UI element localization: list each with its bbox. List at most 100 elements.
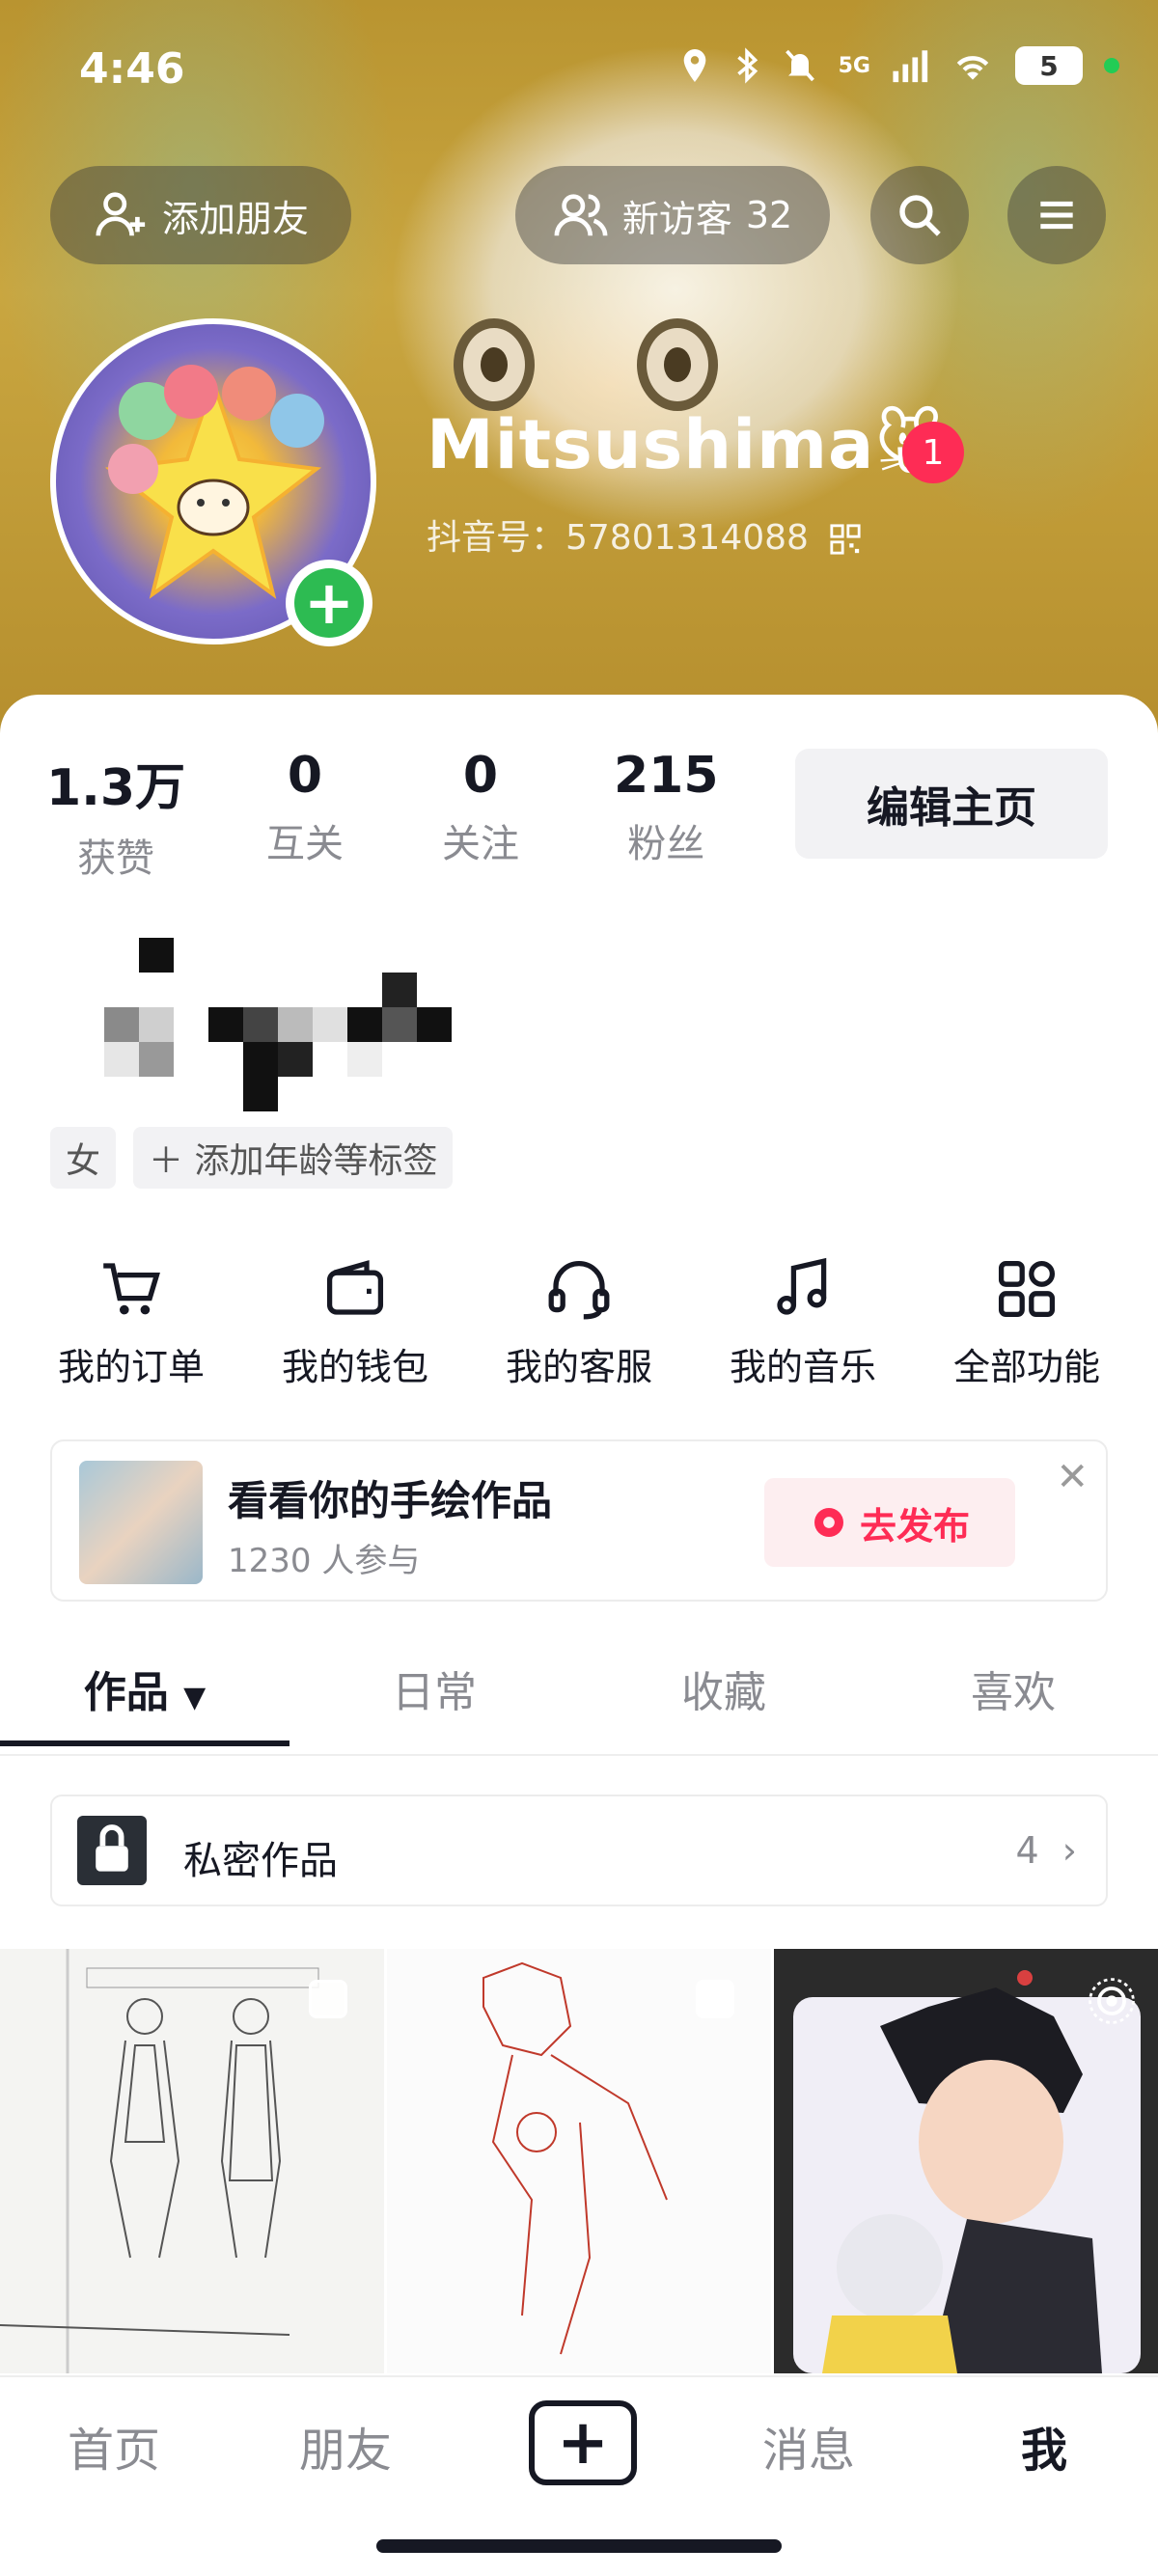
banner-eye-left (454, 318, 535, 411)
close-icon[interactable]: ✕ (1056, 1455, 1089, 1499)
banner-eye-right (637, 318, 718, 411)
my-wallet-label: 我的钱包 (281, 1346, 428, 1388)
add-friend-label: 添加朋友 (161, 197, 309, 240)
stat-followers[interactable]: 215 粉丝 (614, 747, 719, 868)
add-avatar-button[interactable]: + (286, 560, 372, 646)
promo-participants: 1230 人参与 (228, 1542, 421, 1580)
private-works-count-value: 4 (1015, 1829, 1039, 1872)
grid-icon (998, 1260, 1056, 1318)
stat-likes-label: 获赞 (77, 836, 155, 881)
douyin-id[interactable]: 抖音号：57801314088 (427, 509, 862, 560)
lock-icon (77, 1816, 147, 1885)
tab-favorites[interactable]: 收藏 (579, 1650, 868, 1754)
function-row: 我的订单 我的钱包 我的客服 我的音乐 全部功能 (0, 1254, 1158, 1409)
tab-works[interactable]: 作品 ▼ (0, 1650, 290, 1754)
wallet-icon (326, 1260, 384, 1315)
stat-followers-value: 215 (614, 747, 719, 805)
stat-mutual-value: 0 (287, 747, 323, 805)
cart-icon (103, 1263, 160, 1315)
private-works-count: 4 › (1016, 1829, 1077, 1872)
plus-icon: + (557, 2407, 609, 2479)
notification-badge[interactable]: 1 (902, 422, 964, 483)
select-checkbox[interactable] (696, 1980, 734, 2018)
add-friend-button[interactable]: 添加朋友 (50, 166, 351, 264)
stats-row: 1.3万 获赞 0 互关 0 关注 215 粉丝 (0, 747, 772, 882)
caret-down-icon: ▼ (183, 1681, 207, 1714)
pixelated-bio (104, 938, 452, 1111)
promo-card[interactable]: 看看你的手绘作品 1230 人参与 去发布 ✕ (50, 1439, 1108, 1602)
new-visitors-label: 新访客 (621, 197, 732, 240)
publish-button[interactable]: + (529, 2400, 637, 2485)
search-icon (899, 195, 941, 236)
add-tags-button[interactable]: ＋ 添加年龄等标签 (133, 1127, 454, 1189)
my-support-label: 我的客服 (505, 1346, 652, 1388)
my-orders-button[interactable]: 我的订单 (35, 1254, 228, 1390)
douyin-id-text: 抖音号：57801314088 (427, 518, 809, 558)
stat-likes-value: 1.3万 (46, 759, 186, 817)
battery-icon: 5 (1015, 46, 1083, 85)
promo-title: 看看你的手绘作品 (228, 1477, 553, 1524)
publish-now-label: 去发布 (859, 1504, 970, 1548)
private-works-label: 私密作品 (183, 1839, 338, 1883)
my-orders-label: 我的订单 (57, 1346, 205, 1388)
all-functions-button[interactable]: 全部功能 (930, 1254, 1123, 1390)
works-grid (0, 1949, 1158, 2373)
tab-works-label: 作品 (83, 1668, 169, 1717)
stat-following-label: 关注 (442, 822, 519, 866)
live-photo-icon (1089, 1978, 1135, 2024)
private-works-row[interactable]: 私密作品 4 › (50, 1795, 1108, 1906)
nav-home[interactable]: 首页 (68, 2412, 160, 2480)
new-visitors-button[interactable]: 新访客 32 (515, 166, 830, 264)
wifi-icon (956, 56, 989, 80)
stat-mutual-label: 互关 (266, 822, 344, 866)
work-thumbnail-1[interactable] (0, 1949, 384, 2373)
active-tab-indicator (0, 1740, 290, 1746)
bluetooth-icon (736, 47, 758, 84)
stat-mutual[interactable]: 0 互关 (266, 747, 344, 868)
my-support-button[interactable]: 我的客服 (482, 1254, 676, 1390)
promo-thumbnail (79, 1461, 203, 1584)
my-music-label: 我的音乐 (729, 1346, 876, 1388)
publish-now-button[interactable]: 去发布 (764, 1478, 1015, 1567)
home-indicator[interactable] (376, 2539, 782, 2553)
tab-likes[interactable]: 喜欢 (868, 1650, 1158, 1754)
edit-profile-button[interactable]: 编辑主页 (795, 749, 1108, 859)
menu-button[interactable] (1007, 166, 1106, 264)
location-icon (683, 49, 705, 82)
hamburger-menu-icon (1040, 201, 1073, 230)
username: Mitsushima🐭 (427, 405, 947, 484)
gender-tag[interactable]: 女 (50, 1127, 117, 1189)
stat-following[interactable]: 0 关注 (442, 747, 519, 868)
work-thumbnail-2[interactable] (387, 1949, 771, 2373)
stat-likes[interactable]: 1.3万 获赞 (46, 747, 185, 883)
chevron-right-icon: › (1062, 1829, 1077, 1872)
stat-following-value: 0 (462, 747, 499, 805)
new-visitors-count: 32 (745, 194, 793, 236)
status-bar: 4:46 5G 5 (0, 0, 1158, 135)
stat-followers-label: 粉丝 (627, 822, 705, 866)
visitors-icon (554, 194, 608, 236)
profile-card: 1.3万 获赞 0 互关 0 关注 215 粉丝 编辑主页 女 ＋ 添加年龄等标… (0, 695, 1158, 2576)
plus-icon: + (294, 568, 364, 638)
nav-me[interactable]: 我 (1021, 2412, 1067, 2480)
qr-code-icon (830, 524, 861, 555)
signal-icon (893, 50, 928, 83)
nav-friends[interactable]: 朋友 (299, 2412, 392, 2480)
status-icons: 5G 5 (678, 46, 1119, 85)
work-thumbnail-3[interactable] (774, 1949, 1158, 2373)
nav-messages[interactable]: 消息 (762, 2412, 855, 2480)
headset-icon (548, 1261, 610, 1320)
camera-icon (813, 1508, 843, 1537)
my-music-button[interactable]: 我的音乐 (706, 1254, 899, 1390)
network-5g: 5G (838, 53, 870, 78)
my-wallet-button[interactable]: 我的钱包 (259, 1254, 452, 1390)
tab-daily[interactable]: 日常 (290, 1650, 579, 1754)
select-checkbox[interactable] (309, 1980, 347, 2018)
all-functions-label: 全部功能 (952, 1346, 1100, 1388)
search-button[interactable] (870, 166, 969, 264)
content-tabs: 作品 ▼ 日常 收藏 喜欢 (0, 1650, 1158, 1756)
privacy-dot (1104, 58, 1119, 73)
mute-bell-icon (785, 49, 814, 82)
add-user-icon (96, 192, 146, 236)
music-note-icon (777, 1257, 827, 1315)
